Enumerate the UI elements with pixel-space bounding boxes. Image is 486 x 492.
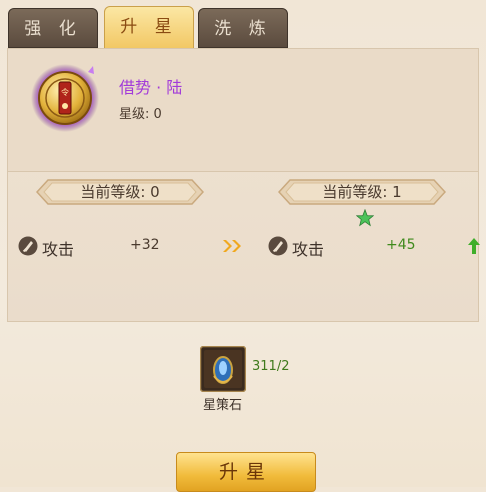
star-strategy-stone-icon [199, 345, 247, 393]
next-stat-value: +45 [386, 237, 416, 253]
tab-refine[interactable]: 洗 炼 [198, 8, 288, 48]
sword-icon [18, 236, 38, 256]
star-up-button[interactable]: 升星 [176, 452, 316, 492]
tab-strengthen-label: 强 化 [24, 19, 82, 39]
tab-star-up[interactable]: 升 星 [104, 6, 194, 50]
current-level-plate: 当前等级: 0 [36, 179, 204, 205]
skill-name: 借势 · 陆 [119, 78, 183, 97]
tab-strengthen[interactable]: 强 化 [8, 8, 98, 48]
material-count: 311/2 [252, 359, 290, 374]
tab-star-up-label: 升 星 [120, 17, 178, 37]
current-level-label: 当前等级: 0 [80, 183, 160, 201]
svg-text:令: 令 [61, 87, 69, 97]
current-stat-label: 攻击 [42, 240, 75, 259]
stat-compare-row: 攻击 +32 攻击 +45 [8, 236, 480, 260]
next-stat-label: 攻击 [292, 240, 325, 259]
skill-header: 令 借势 · 陆 星级: 0 [8, 49, 478, 172]
up-arrow-icon [468, 238, 480, 254]
material-slot[interactable] [199, 345, 247, 393]
material-name: 星策石 [203, 398, 243, 413]
current-stat-value: +32 [130, 237, 160, 253]
tab-refine-label: 洗 炼 [214, 19, 272, 39]
sword-icon [268, 236, 288, 256]
double-arrow-icon [223, 240, 241, 252]
next-level-label: 当前等级: 1 [322, 183, 402, 201]
green-star-icon [356, 209, 374, 227]
star-up-panel: 令 借势 · 陆 星级: 0 当前等级: 0 当前等级: 1 攻击 +32 攻击… [7, 48, 480, 322]
star-up-button-label: 升星 [218, 461, 273, 483]
star-level-text: 星级: 0 [119, 107, 162, 122]
skill-emblem-icon[interactable]: 令 [30, 62, 100, 132]
next-level-plate: 当前等级: 1 [278, 179, 446, 205]
